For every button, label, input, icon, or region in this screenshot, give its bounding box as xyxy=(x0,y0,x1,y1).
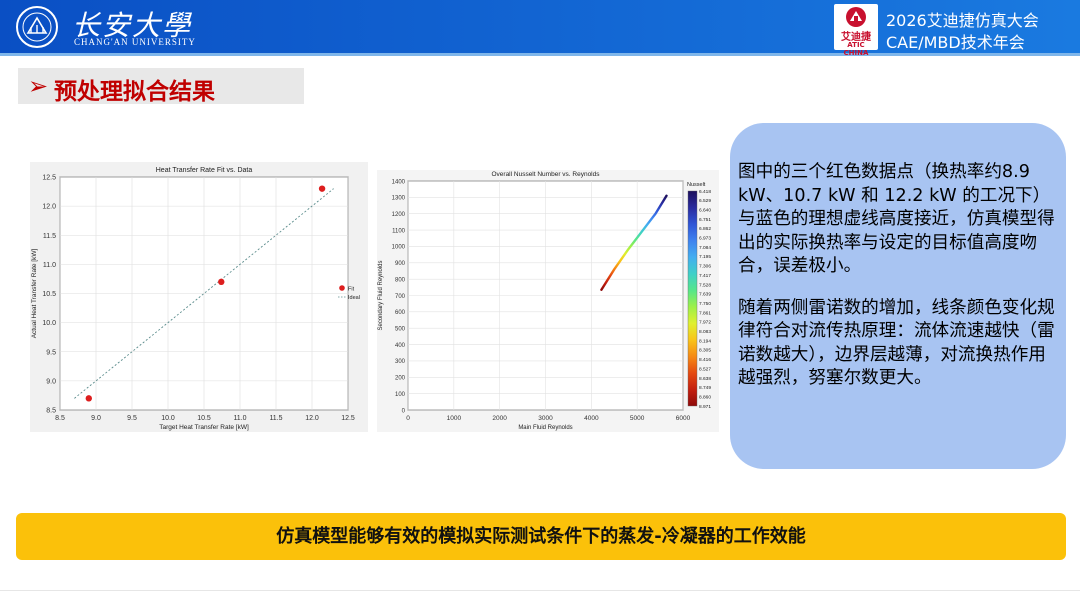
conference-logo: 艾迪捷 ATIC CHINA xyxy=(834,4,878,57)
colorbar-tick-label: 7.861 xyxy=(699,310,711,316)
y-tick-label: 10.5 xyxy=(42,291,56,298)
description-bubble: 图中的三个红色数据点（换热率约8.9 kW、10.7 kW 和 12.2 kW … xyxy=(730,123,1066,469)
colorbar-tick-label: 8.860 xyxy=(699,394,711,400)
university-seal-icon xyxy=(16,6,58,48)
summary-banner: 仿真模型能够有效的模拟实际测试条件下的蒸发-冷凝器的工作效能 xyxy=(16,513,1066,560)
y-tick-label: 200 xyxy=(395,376,406,382)
colorbar-tick-label: 6.973 xyxy=(699,236,711,242)
x-tick-label: 11.5 xyxy=(269,415,282,422)
colorbar-tick-label: 7.528 xyxy=(699,282,711,288)
section-title: 预处理拟合结果 xyxy=(54,79,215,105)
x-tick-label: 12.0 xyxy=(305,415,319,422)
y-tick-label: 600 xyxy=(395,310,406,316)
colorbar-tick-label: 6.529 xyxy=(699,198,711,204)
description-paragraph-2: 随着两侧雷诺数的增加，线条颜色变化规律符合对流传热原理：流体流速越快（雷诺数越大… xyxy=(738,297,1055,389)
y-tick-label: 1400 xyxy=(392,179,406,185)
x-tick-label: 8.5 xyxy=(55,415,65,422)
colorbar-label: Nusselt xyxy=(687,182,706,188)
y-tick-label: 9.0 xyxy=(46,378,56,385)
x-tick-label: 0 xyxy=(406,415,410,422)
legend-fit-marker xyxy=(339,285,345,291)
colorbar-tick-label: 6.862 xyxy=(699,226,711,232)
x-axis-label: Target Heat Transfer Rate [kW] xyxy=(159,424,249,431)
colorbar-tick-label: 8.305 xyxy=(699,348,711,354)
colorbar-tick-label: 6.751 xyxy=(699,217,711,223)
y-tick-label: 10.0 xyxy=(42,320,56,327)
colorbar-tick-label: 8.083 xyxy=(699,329,711,335)
x-tick-label: 11.0 xyxy=(233,415,246,422)
x-tick-label: 10.0 xyxy=(161,415,175,422)
y-tick-label: 9.5 xyxy=(46,349,56,356)
colorbar-tick-label: 8.749 xyxy=(699,385,711,391)
y-tick-label: 300 xyxy=(395,359,406,365)
colorbar-tick-label: 7.639 xyxy=(699,292,711,298)
y-tick-label: 8.5 xyxy=(46,408,56,415)
y-tick-label: 12.0 xyxy=(42,204,56,211)
chart-title: Heat Transfer Rate Fit vs. Data xyxy=(156,167,253,174)
x-tick-label: 9.0 xyxy=(91,415,101,422)
x-tick-label: 1000 xyxy=(447,415,462,422)
x-tick-label: 12.5 xyxy=(341,415,355,422)
y-tick-label: 700 xyxy=(395,294,406,300)
header-divider xyxy=(0,53,1080,56)
x-axis-label: Main Fluid Reynolds xyxy=(518,425,572,431)
y-tick-label: 1000 xyxy=(392,245,406,251)
colorbar-tick-label: 7.972 xyxy=(699,320,711,326)
data-point xyxy=(85,395,92,402)
x-tick-label: 5000 xyxy=(630,415,645,422)
x-tick-label: 3000 xyxy=(538,415,553,422)
colorbar-tick-label: 7.417 xyxy=(699,273,711,279)
y-tick-label: 1200 xyxy=(392,212,406,218)
colorbar xyxy=(687,190,698,407)
y-tick-label: 400 xyxy=(395,343,406,349)
conference-title-line1: 2026艾迪捷仿真大会 xyxy=(886,11,1039,30)
y-tick-label: 0 xyxy=(402,408,406,414)
colorbar-tick-label: 8.194 xyxy=(699,338,711,344)
conference-title-line2: CAE/MBD技术年会 xyxy=(886,33,1025,52)
colorbar-tick-label: 6.418 xyxy=(699,189,711,195)
data-point xyxy=(318,185,326,192)
y-tick-label: 100 xyxy=(395,392,406,398)
colorbar-tick-label: 8.971 xyxy=(699,404,711,410)
y-tick-label: 500 xyxy=(395,327,406,333)
conference-logo-sub: ATIC CHINA xyxy=(843,41,869,57)
colorbar-tick-label: 8.416 xyxy=(699,357,711,363)
y-tick-label: 900 xyxy=(395,261,406,267)
legend-fit-label: Fit xyxy=(348,287,355,293)
legend-ideal-label: Ideal xyxy=(348,295,360,301)
heat-transfer-chart: 8.5 9.0 9.5 10.0 10.5 11.0 11.5 12.0 12.5 8.5 9.0 9… xyxy=(30,162,368,432)
description-paragraph-1: 图中的三个红色数据点（换热率约8.9 kW、10.7 kW 和 12.2 kW … xyxy=(738,162,1055,276)
data-point xyxy=(218,278,225,286)
colorbar-tick-label: 7.195 xyxy=(699,254,711,260)
footer-divider xyxy=(0,590,1080,601)
x-tick-label: 9.5 xyxy=(127,415,137,422)
y-axis-label: Secondary Fluid Reynolds xyxy=(378,260,384,330)
y-tick-label: 12.5 xyxy=(42,175,56,182)
x-tick-label: 6000 xyxy=(676,415,691,422)
nusselt-chart: 0 1000 2000 3000 4000 5000 6000 0 100 200 300 400 50… xyxy=(377,170,719,432)
colorbar-tick-label: 7.306 xyxy=(699,264,711,270)
conference-logo-icon xyxy=(846,7,866,27)
x-tick-label: 2000 xyxy=(492,415,507,422)
x-tick-label: 4000 xyxy=(584,415,599,422)
colorbar-tick-label: 8.638 xyxy=(699,376,711,382)
section-arrow-icon: ➢ xyxy=(28,72,49,100)
colorbar-tick-label: 7.084 xyxy=(699,245,711,251)
x-tick-label: 10.5 xyxy=(197,415,211,422)
university-name-en: CHANG'AN UNIVERSITY xyxy=(74,37,196,47)
y-tick-label: 11.0 xyxy=(43,262,56,269)
y-axis-label: Actual Heat Transfer Rate [kW] xyxy=(31,249,38,339)
colorbar-tick-label: 6.640 xyxy=(699,207,711,213)
y-tick-label: 11.5 xyxy=(43,233,56,240)
colorbar-tick-label: 8.527 xyxy=(699,366,711,372)
y-tick-label: 1300 xyxy=(392,196,406,202)
y-tick-label: 800 xyxy=(395,277,406,283)
y-tick-label: 1100 xyxy=(392,228,406,234)
colorbar-tick-label: 7.750 xyxy=(699,301,711,307)
chart-title: Overall Nusselt Number vs. Reynolds xyxy=(491,171,600,178)
